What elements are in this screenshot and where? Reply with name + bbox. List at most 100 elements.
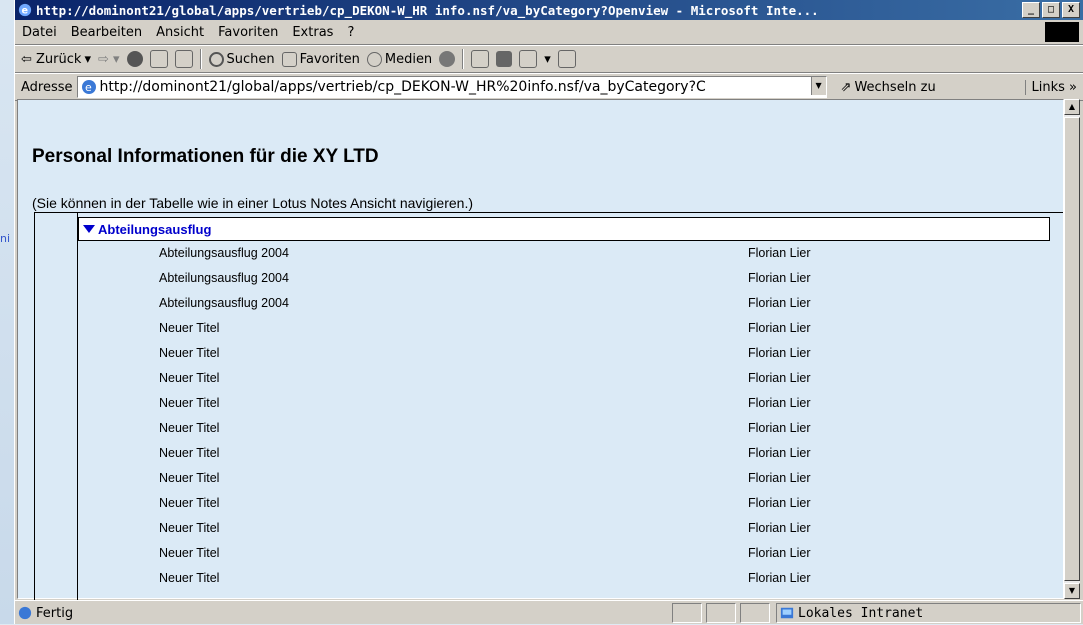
- list-item[interactable]: Abteilungsausflug 2004 Florian Lier: [0, 242, 1065, 267]
- document-title[interactable]: Abteilungsausflug 2004: [159, 246, 289, 260]
- forward-button[interactable]: ⇨ ▾: [98, 52, 120, 67]
- refresh-icon[interactable]: [149, 50, 168, 68]
- document-author: Florian Lier: [748, 246, 811, 260]
- document-title[interactable]: Neuer Titel: [159, 496, 219, 510]
- list-item[interactable]: Neuer Titel Florian Lier: [0, 442, 1065, 467]
- document-author: Florian Lier: [748, 396, 811, 410]
- menu-help[interactable]: ?: [340, 25, 361, 40]
- page-icon: e: [81, 80, 96, 94]
- media-icon: [366, 51, 382, 67]
- scroll-up-button[interactable]: ▲: [1064, 99, 1080, 115]
- home-icon[interactable]: [174, 50, 193, 68]
- page-heading: Personal Informationen für die XY LTD: [32, 146, 379, 167]
- search-icon: [208, 51, 224, 67]
- list-item[interactable]: Neuer Titel Florian Lier: [0, 367, 1065, 392]
- document-author: Florian Lier: [748, 346, 811, 360]
- menu-bar: Datei Bearbeiten Ansicht Favoriten Extra…: [15, 20, 1083, 45]
- favorites-button[interactable]: Favoriten: [281, 51, 360, 67]
- close-button[interactable]: X: [1062, 2, 1080, 18]
- list-item[interactable]: Neuer Titel Florian Lier: [0, 417, 1065, 442]
- list-item[interactable]: Neuer Titel Florian Lier: [0, 567, 1065, 592]
- windows-logo-icon: [1045, 22, 1079, 42]
- vertical-scrollbar[interactable]: ▲ ▼: [1064, 99, 1080, 599]
- address-dropdown[interactable]: ▼: [810, 77, 826, 95]
- security-zone: Lokales Intranet: [776, 603, 1081, 623]
- list-item[interactable]: Neuer Titel Florian Lier: [0, 542, 1065, 567]
- document-title[interactable]: Neuer Titel: [159, 321, 219, 335]
- toolbar: ⇦ Zurück ▾ ⇨ ▾ Suchen Favoriten Medien ▾: [15, 45, 1083, 73]
- document-title[interactable]: Abteilungsausflug 2004: [159, 296, 289, 310]
- svg-text:e: e: [22, 6, 29, 17]
- document-title[interactable]: Neuer Titel: [159, 421, 219, 435]
- document-title[interactable]: Abteilungsausflug 2004: [159, 271, 289, 285]
- page-done-icon: [18, 606, 32, 620]
- document-author: Florian Lier: [748, 296, 811, 310]
- document-author: Florian Lier: [748, 521, 811, 535]
- document-author: Florian Lier: [748, 446, 811, 460]
- discuss-icon[interactable]: [557, 50, 576, 68]
- links-button[interactable]: Links »: [1024, 79, 1083, 95]
- document-author: Florian Lier: [748, 471, 811, 485]
- address-input[interactable]: e http://dominont21/global/apps/vertrieb…: [76, 76, 827, 98]
- menu-ansicht[interactable]: Ansicht: [149, 25, 211, 40]
- document-author: Florian Lier: [748, 371, 811, 385]
- document-title[interactable]: Neuer Titel: [159, 346, 219, 360]
- go-button[interactable]: ⇗ Wechseln zu: [841, 80, 936, 95]
- svg-text:e: e: [85, 81, 92, 94]
- document-title[interactable]: Neuer Titel: [159, 571, 219, 585]
- scroll-down-button[interactable]: ▼: [1064, 583, 1080, 599]
- zone-label: Lokales Intranet: [798, 605, 924, 621]
- category-label: Abteilungsausflug: [98, 221, 212, 237]
- document-title[interactable]: Neuer Titel: [159, 396, 219, 410]
- search-button[interactable]: Suchen: [208, 51, 275, 67]
- edit-icon[interactable]: [519, 50, 538, 68]
- status-cell: [740, 603, 770, 623]
- document-author: Florian Lier: [748, 421, 811, 435]
- go-icon: ⇗: [840, 79, 852, 95]
- title-bar[interactable]: e http://dominont21/global/apps/vertrieb…: [15, 0, 1083, 20]
- list-item[interactable]: Abteilungsausflug 2004 Florian Lier: [0, 292, 1065, 317]
- scroll-thumb[interactable]: [1064, 117, 1080, 581]
- intranet-icon: [780, 607, 794, 619]
- media-button[interactable]: Medien: [366, 51, 432, 67]
- address-bar: Adresse e http://dominont21/global/apps/…: [15, 73, 1083, 101]
- back-button[interactable]: ⇦ Zurück ▾: [21, 52, 91, 67]
- list-item[interactable]: Neuer Titel Florian Lier: [0, 392, 1065, 417]
- window-title: http://dominont21/global/apps/vertrieb/c…: [36, 2, 819, 18]
- list-item[interactable]: Neuer Titel Florian Lier: [0, 492, 1065, 517]
- category-row[interactable]: Abteilungsausflug: [78, 217, 1050, 241]
- collapse-triangle-icon[interactable]: [83, 225, 95, 233]
- maximize-button[interactable]: □: [1042, 2, 1060, 18]
- address-url: http://dominont21/global/apps/vertrieb/c…: [99, 79, 706, 95]
- ie-logo-icon: e: [18, 3, 32, 17]
- document-title[interactable]: Neuer Titel: [159, 446, 219, 460]
- print-icon[interactable]: [496, 51, 513, 67]
- list-item[interactable]: Abteilungsausflug 2004 Florian Lier: [0, 267, 1065, 292]
- document-title[interactable]: Neuer Titel: [159, 521, 219, 535]
- menu-favoriten[interactable]: Favoriten: [211, 25, 285, 40]
- document-author: Florian Lier: [748, 271, 811, 285]
- document-author: Florian Lier: [748, 546, 811, 560]
- status-bar: Fertig Lokales Intranet: [14, 600, 1083, 625]
- edit-dropdown[interactable]: ▾: [544, 52, 551, 67]
- menu-datei[interactable]: Datei: [15, 25, 64, 40]
- history-icon[interactable]: [439, 51, 456, 67]
- document-author: Florian Lier: [748, 321, 811, 335]
- minimize-button[interactable]: _: [1022, 2, 1040, 18]
- document-title[interactable]: Neuer Titel: [159, 546, 219, 560]
- list-item[interactable]: Neuer Titel Florian Lier: [0, 467, 1065, 492]
- menu-extras[interactable]: Extras: [285, 25, 340, 40]
- menu-bearbeiten[interactable]: Bearbeiten: [64, 25, 149, 40]
- mail-icon[interactable]: [471, 50, 490, 68]
- favorites-icon: [281, 51, 297, 67]
- document-title[interactable]: Neuer Titel: [159, 371, 219, 385]
- status-cell: [706, 603, 736, 623]
- list-item[interactable]: Neuer Titel Florian Lier: [0, 342, 1065, 367]
- document-title[interactable]: Neuer Titel: [159, 471, 219, 485]
- navigation-hint: (Sie können in der Tabelle wie in einer …: [32, 195, 473, 211]
- status-text: Fertig: [36, 605, 74, 621]
- address-label: Adresse: [21, 79, 73, 95]
- stop-icon[interactable]: [126, 51, 143, 67]
- list-item[interactable]: Neuer Titel Florian Lier: [0, 317, 1065, 342]
- list-item[interactable]: Neuer Titel Florian Lier: [0, 517, 1065, 542]
